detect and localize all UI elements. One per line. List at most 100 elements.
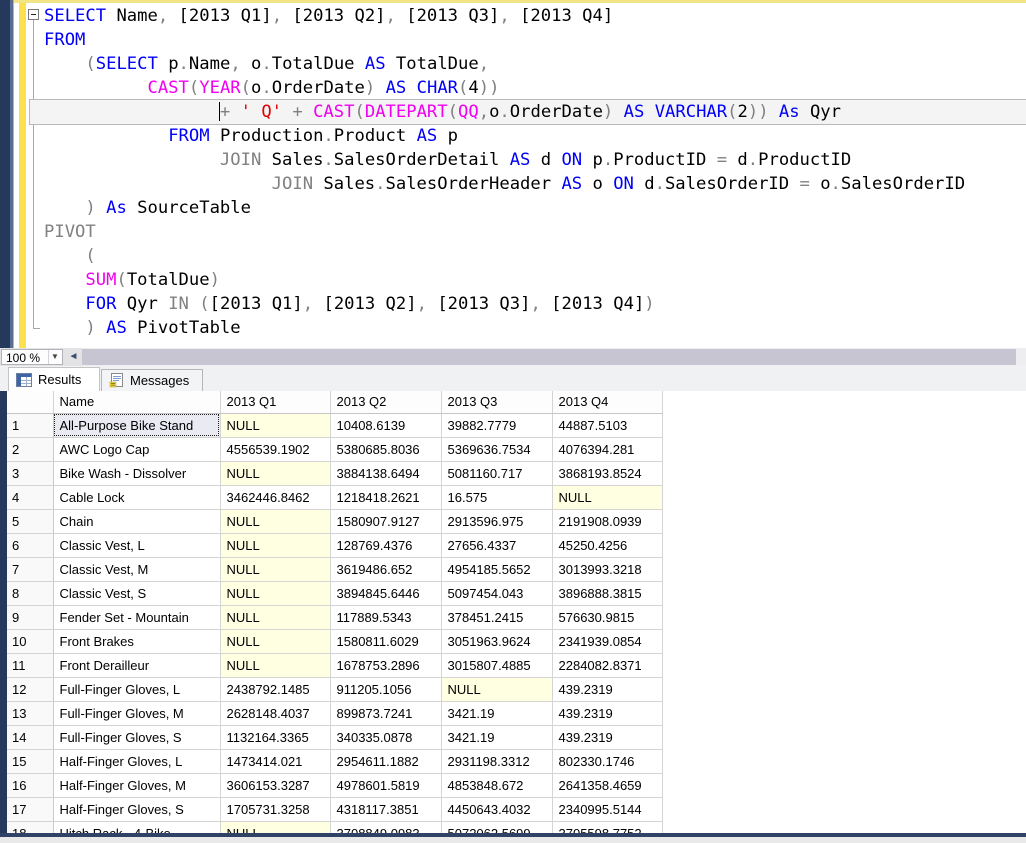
grid-cell[interactable]: Hitch Rack - 4-Bike: [53, 821, 220, 833]
grid-cell[interactable]: 3051963.9624: [441, 629, 552, 653]
row-header[interactable]: 5: [7, 509, 53, 533]
grid-cell[interactable]: NULL: [441, 677, 552, 701]
row-header[interactable]: 11: [7, 653, 53, 677]
grid-cell[interactable]: 117889.5343: [330, 605, 441, 629]
row-header[interactable]: 2: [7, 437, 53, 461]
row-header[interactable]: 12: [7, 677, 53, 701]
row-header[interactable]: 9: [7, 605, 53, 629]
grid-cell[interactable]: 1473414.021: [220, 749, 330, 773]
grid-cell[interactable]: NULL: [220, 533, 330, 557]
grid-cell[interactable]: 1580811.6029: [330, 629, 441, 653]
grid-cell[interactable]: 2931198.3312: [441, 749, 552, 773]
grid-cell[interactable]: 2191908.0939: [552, 509, 662, 533]
grid-cell[interactable]: 2913596.975: [441, 509, 552, 533]
grid-cell[interactable]: 899873.7241: [330, 701, 441, 725]
grid-cell[interactable]: 5081160.717: [441, 461, 552, 485]
grid-cell[interactable]: NULL: [220, 629, 330, 653]
grid-cell[interactable]: 439.2319: [552, 725, 662, 749]
grid-cell[interactable]: 4318117.3851: [330, 797, 441, 821]
grid-cell[interactable]: 4556539.1902: [220, 437, 330, 461]
grid-cell[interactable]: Full-Finger Gloves, L: [53, 677, 220, 701]
selected-cell[interactable]: All-Purpose Bike Stand: [53, 413, 220, 437]
grid-cell[interactable]: 3894845.6446: [330, 581, 441, 605]
grid-cell[interactable]: 4450643.4032: [441, 797, 552, 821]
grid-cell[interactable]: 1678753.2896: [330, 653, 441, 677]
grid-cell[interactable]: 39882.7779: [441, 413, 552, 437]
grid-cell[interactable]: NULL: [220, 509, 330, 533]
grid-cell[interactable]: NULL: [220, 821, 330, 833]
grid-cell[interactable]: 4853848.672: [441, 773, 552, 797]
row-header[interactable]: 3: [7, 461, 53, 485]
grid-cell[interactable]: 3708849.0983: [330, 821, 441, 833]
horizontal-scrollbar-track[interactable]: [82, 348, 1026, 366]
grid-cell[interactable]: 3896888.3815: [552, 581, 662, 605]
grid-cell[interactable]: 2628148.4037: [220, 701, 330, 725]
chevron-down-icon[interactable]: ▼: [48, 350, 61, 364]
grid-cell[interactable]: 340335.0878: [330, 725, 441, 749]
grid-cell[interactable]: 5097454.043: [441, 581, 552, 605]
grid-cell[interactable]: Chain: [53, 509, 220, 533]
grid-cell[interactable]: 4076394.281: [552, 437, 662, 461]
grid-cell[interactable]: 3421.19: [441, 701, 552, 725]
grid-cell[interactable]: 911205.1056: [330, 677, 441, 701]
grid-cell[interactable]: Classic Vest, M: [53, 557, 220, 581]
grid-cell[interactable]: 44887.5103: [552, 413, 662, 437]
grid-cell[interactable]: 3462446.8462: [220, 485, 330, 509]
grid-cell[interactable]: 5380685.8036: [330, 437, 441, 461]
grid-cell[interactable]: Cable Lock: [53, 485, 220, 509]
grid-cell[interactable]: Full-Finger Gloves, S: [53, 725, 220, 749]
grid-cell[interactable]: 4954185.5652: [441, 557, 552, 581]
grid-cell[interactable]: Classic Vest, S: [53, 581, 220, 605]
grid-cell[interactable]: 2341939.0854: [552, 629, 662, 653]
grid-cell[interactable]: 2340995.5144: [552, 797, 662, 821]
tab-messages[interactable]: Messages: [101, 369, 203, 391]
row-header[interactable]: 6: [7, 533, 53, 557]
grid-cell[interactable]: 3868193.8524: [552, 461, 662, 485]
column-header[interactable]: 2013 Q4: [552, 391, 662, 413]
grid-cell[interactable]: 3013993.3218: [552, 557, 662, 581]
grid-cell[interactable]: Half-Finger Gloves, M: [53, 773, 220, 797]
grid-cell[interactable]: Full-Finger Gloves, M: [53, 701, 220, 725]
grid-cell[interactable]: 128769.4376: [330, 533, 441, 557]
tab-results[interactable]: Results: [8, 367, 100, 391]
grid-cell[interactable]: Front Brakes: [53, 629, 220, 653]
grid-cell[interactable]: 3421.19: [441, 725, 552, 749]
grid-cell[interactable]: NULL: [220, 413, 330, 437]
zoom-level-select[interactable]: 100 % ▼: [1, 349, 63, 365]
grid-cell[interactable]: 3606153.3287: [220, 773, 330, 797]
grid-cell[interactable]: NULL: [552, 485, 662, 509]
row-header[interactable]: 1: [7, 413, 53, 437]
scroll-left-button[interactable]: ◄: [66, 349, 81, 365]
row-header[interactable]: 17: [7, 797, 53, 821]
grid-corner-header[interactable]: [7, 391, 53, 413]
grid-cell[interactable]: NULL: [220, 605, 330, 629]
row-header[interactable]: 16: [7, 773, 53, 797]
row-header[interactable]: 7: [7, 557, 53, 581]
grid-cell[interactable]: 27656.4337: [441, 533, 552, 557]
grid-cell[interactable]: Bike Wash - Dissolver: [53, 461, 220, 485]
grid-cell[interactable]: 1580907.9127: [330, 509, 441, 533]
grid-cell[interactable]: 2438792.1485: [220, 677, 330, 701]
grid-cell[interactable]: Half-Finger Gloves, S: [53, 797, 220, 821]
column-header[interactable]: 2013 Q1: [220, 391, 330, 413]
grid-cell[interactable]: 1705731.3258: [220, 797, 330, 821]
grid-cell[interactable]: Fender Set - Mountain: [53, 605, 220, 629]
grid-cell[interactable]: 3015807.4885: [441, 653, 552, 677]
sql-editor[interactable]: SELECT Name, [2013 Q1], [2013 Q2], [2013…: [0, 0, 1026, 348]
grid-cell[interactable]: 1132164.3365: [220, 725, 330, 749]
grid-cell[interactable]: 4978601.5819: [330, 773, 441, 797]
row-header[interactable]: 4: [7, 485, 53, 509]
grid-cell[interactable]: 2641358.4659: [552, 773, 662, 797]
grid-cell[interactable]: 2284082.8371: [552, 653, 662, 677]
column-header[interactable]: 2013 Q3: [441, 391, 552, 413]
column-header[interactable]: 2013 Q2: [330, 391, 441, 413]
grid-cell[interactable]: Classic Vest, L: [53, 533, 220, 557]
horizontal-scrollbar-thumb[interactable]: [82, 349, 1016, 365]
grid-cell[interactable]: 16.575: [441, 485, 552, 509]
grid-cell[interactable]: 378451.2415: [441, 605, 552, 629]
row-header[interactable]: 13: [7, 701, 53, 725]
grid-cell[interactable]: Half-Finger Gloves, L: [53, 749, 220, 773]
grid-cell[interactable]: 439.2319: [552, 701, 662, 725]
grid-cell[interactable]: AWC Logo Cap: [53, 437, 220, 461]
row-header[interactable]: 8: [7, 581, 53, 605]
